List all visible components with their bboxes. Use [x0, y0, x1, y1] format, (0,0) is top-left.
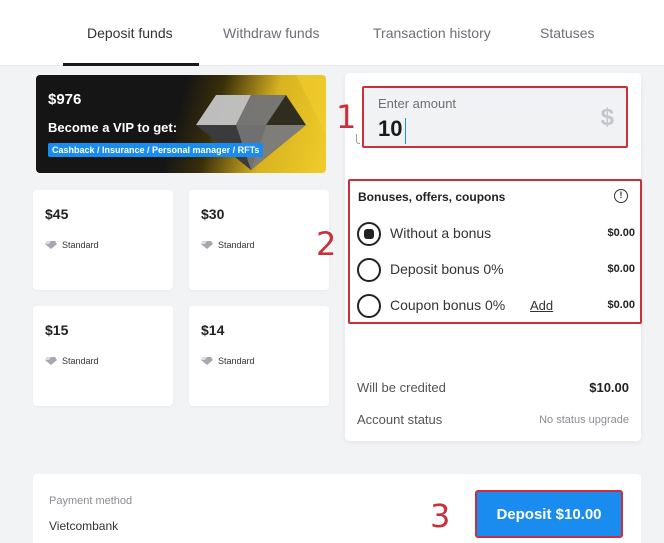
active-tab-indicator — [63, 63, 199, 66]
vip-perks-badge: Cashback / Insurance / Personal manager … — [48, 143, 264, 157]
text-caret — [405, 118, 406, 144]
bonus-option-label: Coupon bonus 0% — [390, 297, 506, 313]
tab-deposit-funds[interactable]: Deposit funds — [87, 25, 173, 41]
radio-checked[interactable] — [357, 222, 381, 246]
amount-card-30[interactable]: $30 Standard — [189, 190, 329, 290]
card-amount: $15 — [45, 322, 69, 338]
credited-value: $10.00 — [589, 380, 629, 395]
card-level-label: Standard — [62, 356, 99, 366]
amount-input-label: Enter amount — [378, 96, 457, 111]
amount-input-value[interactable]: 10 — [378, 116, 402, 142]
bonus-title: Bonuses, offers, coupons — [358, 190, 506, 204]
vip-title: Become a VIP to get: — [48, 120, 178, 135]
card-level-label: Standard — [218, 356, 255, 366]
diamond-icon — [45, 357, 57, 365]
bonus-option-deposit-bonus[interactable]: Deposit bonus 0% $0.00 — [357, 258, 635, 282]
step-marker-1: 1 — [336, 98, 357, 136]
step-marker-2: 2 — [316, 225, 337, 263]
diamond-icon — [201, 241, 213, 249]
credited-label: Will be credited — [357, 380, 446, 395]
payment-method-value[interactable]: Vietcombank — [49, 519, 118, 533]
bonus-option-price: $0.00 — [607, 227, 635, 239]
diamond-icon — [201, 357, 213, 365]
bonus-option-coupon-bonus[interactable]: Coupon bonus 0% Add $0.00 — [357, 294, 635, 318]
vip-banner[interactable]: $976 Become a VIP to get: Cashback / Ins… — [36, 75, 326, 173]
bonus-option-without-bonus[interactable]: Without a bonus $0.00 — [357, 222, 635, 246]
tab-bar: Deposit funds Withdraw funds Transaction… — [0, 0, 664, 66]
card-amount: $14 — [201, 322, 225, 338]
amount-card-15[interactable]: $15 Standard — [33, 306, 173, 406]
step-marker-3: 3 — [430, 497, 451, 535]
bonus-option-label: Without a bonus — [390, 225, 492, 241]
diamond-graphic — [196, 75, 326, 170]
field-edge — [356, 134, 360, 144]
card-level: Standard — [201, 356, 255, 366]
deposit-button[interactable]: Deposit $10.00 — [475, 490, 623, 538]
amount-card-45[interactable]: $45 Standard — [33, 190, 173, 290]
bonus-options: Bonuses, offers, coupons ! Without a bon… — [348, 179, 642, 324]
amount-card-14[interactable]: $14 Standard — [189, 306, 329, 406]
bonus-option-price: $0.00 — [607, 299, 635, 311]
tab-statuses[interactable]: Statuses — [540, 25, 594, 41]
card-level: Standard — [201, 240, 255, 250]
diamond-icon — [45, 241, 57, 249]
card-amount: $45 — [45, 206, 69, 222]
add-coupon-link[interactable]: Add — [530, 298, 553, 313]
card-level-label: Standard — [62, 240, 99, 250]
card-level-label: Standard — [218, 240, 255, 250]
radio-unchecked[interactable] — [357, 294, 381, 318]
radio-unchecked[interactable] — [357, 258, 381, 282]
tab-withdraw-funds[interactable]: Withdraw funds — [223, 25, 319, 41]
account-status-value: No status upgrade — [539, 414, 629, 426]
card-amount: $30 — [201, 206, 225, 222]
account-status-label: Account status — [357, 412, 443, 427]
payment-method-label: Payment method — [49, 495, 133, 507]
dollar-icon: $ — [600, 104, 614, 131]
bonus-option-price: $0.00 — [607, 263, 635, 275]
bonus-option-label: Deposit bonus 0% — [390, 261, 504, 277]
info-icon[interactable]: ! — [614, 189, 628, 203]
amount-input[interactable]: Enter amount 10 $ — [362, 86, 628, 148]
card-level: Standard — [45, 240, 99, 250]
card-level: Standard — [45, 356, 99, 366]
tab-transaction-history[interactable]: Transaction history — [373, 25, 491, 41]
vip-amount: $976 — [48, 91, 82, 108]
